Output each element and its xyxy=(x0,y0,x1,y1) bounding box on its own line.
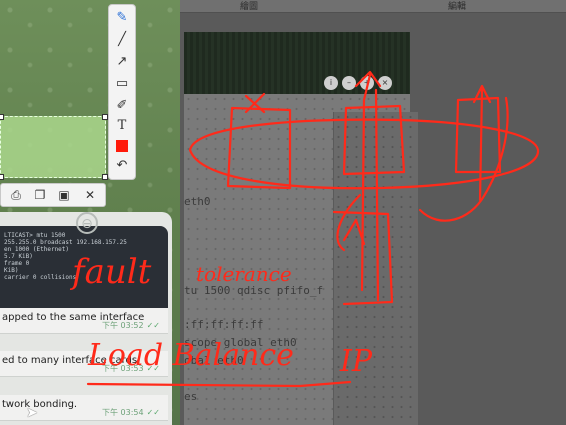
terminal-line: 255.255.0 broadcast 192.168.157.25 xyxy=(4,239,127,246)
ink-text-tolerance: tolerance xyxy=(196,262,292,286)
selection-handle[interactable] xyxy=(0,114,4,120)
ink-text-load-balance: Load Balance xyxy=(88,338,294,373)
rectangle-icon[interactable]: ▭ xyxy=(112,75,132,93)
ink-text-ip: IP xyxy=(340,344,373,379)
read-check-icon: ✓✓ xyxy=(146,321,160,330)
bg-text-eth0: eth0 xyxy=(184,195,211,208)
message-meta: 下午 03:52 ✓✓ xyxy=(102,320,160,331)
selection-handle[interactable] xyxy=(0,174,4,180)
print-icon[interactable]: ⎙ xyxy=(7,186,25,204)
message-time: 下午 03:54 xyxy=(101,408,144,417)
close-window-icon[interactable]: × xyxy=(378,76,392,90)
bg-text-es: es xyxy=(184,390,198,403)
message-time: 下午 03:52 xyxy=(101,321,144,330)
bg-text-mac: :ff:ff:ff:ff xyxy=(184,318,264,331)
message-meta: 下午 03:54 ✓✓ xyxy=(102,407,160,418)
window-header xyxy=(184,32,410,94)
menu-item-draw[interactable]: 繪圖 xyxy=(240,0,258,12)
menu-item-edit[interactable]: 編輯 xyxy=(448,0,466,12)
undo-icon[interactable]: ↶ xyxy=(112,157,132,175)
text-tool-icon[interactable]: T xyxy=(112,117,132,135)
arrow-icon[interactable]: ↗ xyxy=(112,53,132,71)
maximize-icon[interactable]: + xyxy=(360,76,374,90)
minimize-icon[interactable]: – xyxy=(342,76,356,90)
pen-icon[interactable]: ✎ xyxy=(112,9,132,27)
read-check-icon: ✓✓ xyxy=(146,408,160,417)
ink-text-fault: fault xyxy=(72,252,152,292)
marker-icon[interactable]: ✐ xyxy=(112,97,132,115)
screenshot-selection[interactable] xyxy=(0,114,108,180)
close-preview-icon[interactable]: ⊖ xyxy=(76,212,98,234)
copy-icon[interactable]: ❐ xyxy=(31,186,49,204)
info-icon[interactable]: i xyxy=(324,76,338,90)
color-swatch[interactable] xyxy=(112,137,132,155)
chat-messages-panel: LTICAST> mtu 1500 255.255.0 broadcast 19… xyxy=(0,212,172,425)
chat-message[interactable]: apped to the same interface 下午 03:52 ✓✓ xyxy=(0,308,168,334)
close-icon[interactable]: ✕ xyxy=(81,186,99,204)
capture-action-bar: ⎙ ❐ ▣ ✕ xyxy=(0,183,106,207)
line-icon[interactable]: ╱ xyxy=(112,31,132,49)
menu-bar: 繪圖 編輯 xyxy=(180,0,566,13)
save-icon[interactable]: ▣ xyxy=(55,186,73,204)
drawing-toolbar: ✎ ╱ ↗ ▭ ✐ T ↶ xyxy=(108,4,136,180)
mouse-cursor-icon: ➤ xyxy=(26,405,38,421)
